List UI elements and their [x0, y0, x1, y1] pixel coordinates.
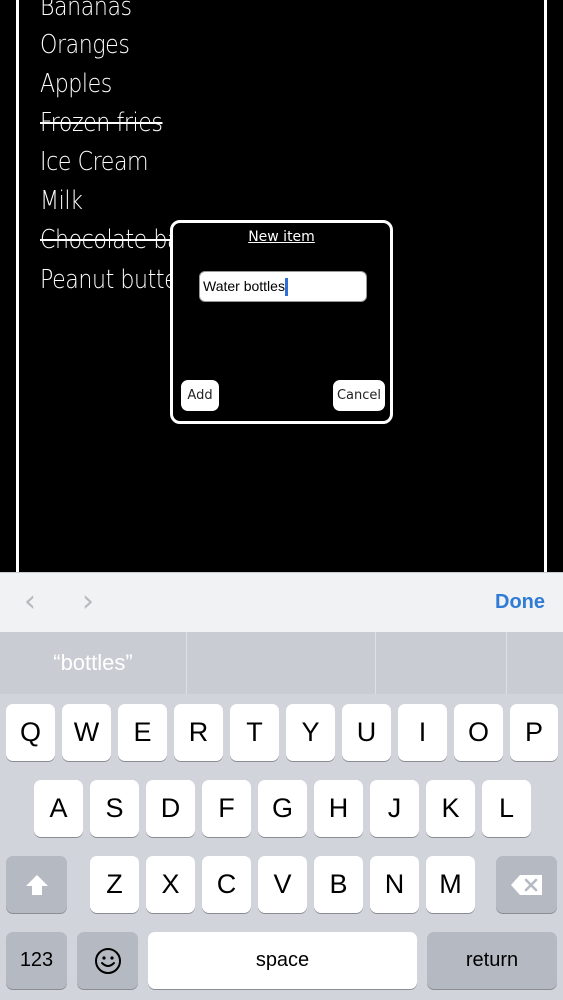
- suggestion-2[interactable]: [376, 632, 563, 694]
- key-d[interactable]: D: [146, 780, 195, 837]
- backspace-icon: [510, 874, 542, 895]
- key-x[interactable]: X: [146, 856, 195, 913]
- shopping-list: Bananas Oranges Apples Frozen fries Ice …: [0, 0, 172, 572]
- emoji-key[interactable]: [77, 932, 138, 989]
- cancel-button[interactable]: Cancel: [333, 380, 385, 411]
- emoji-icon: [94, 947, 121, 974]
- key-w[interactable]: W: [62, 704, 111, 761]
- list-item-2[interactable]: Apples: [40, 71, 112, 97]
- key-f[interactable]: F: [202, 780, 251, 837]
- key-l[interactable]: L: [482, 780, 531, 837]
- key-k[interactable]: K: [426, 780, 475, 837]
- key-q[interactable]: Q: [6, 704, 55, 761]
- key-t[interactable]: T: [230, 704, 279, 761]
- shift-arrow-icon: [25, 874, 48, 895]
- list-item-5[interactable]: Milk: [40, 188, 83, 214]
- key-e[interactable]: E: [118, 704, 167, 761]
- return-key[interactable]: return: [427, 932, 557, 989]
- key-s[interactable]: S: [90, 780, 139, 837]
- new-item-input[interactable]: Water bottles: [199, 271, 367, 302]
- list-item-0[interactable]: Bananas: [40, 0, 132, 20]
- new-item-input-value: Water bottles: [203, 278, 285, 294]
- suggestion-1[interactable]: [187, 632, 375, 694]
- key-g[interactable]: G: [258, 780, 307, 837]
- frame-border-right: [544, 0, 547, 572]
- key-i[interactable]: I: [398, 704, 447, 761]
- key-p[interactable]: P: [510, 704, 558, 761]
- keyboard-toolbar: ‹ › Done: [0, 572, 563, 632]
- key-m[interactable]: M: [426, 856, 475, 913]
- list-item-6[interactable]: Chocolate ba: [40, 227, 172, 253]
- dialog-title: New item: [248, 229, 315, 245]
- app-screen: Bananas Oranges Apples Frozen fries Ice …: [0, 0, 563, 572]
- chevron-left-icon[interactable]: ‹: [24, 587, 36, 617]
- key-c[interactable]: C: [202, 856, 251, 913]
- list-item-4[interactable]: Ice Cream: [40, 149, 149, 175]
- key-h[interactable]: H: [314, 780, 363, 837]
- list-item-3[interactable]: Frozen fries: [40, 110, 163, 136]
- suggestion-bar: “bottles”: [0, 632, 563, 694]
- done-button[interactable]: Done: [495, 591, 545, 614]
- key-n[interactable]: N: [370, 856, 419, 913]
- key-u[interactable]: U: [342, 704, 391, 761]
- key-o[interactable]: O: [454, 704, 503, 761]
- suggestion-divider: [506, 632, 507, 694]
- chevron-right-icon[interactable]: ›: [82, 587, 94, 617]
- delete-key[interactable]: [496, 856, 557, 913]
- list-item-1[interactable]: Oranges: [40, 32, 130, 58]
- space-key[interactable]: space: [148, 932, 417, 989]
- key-v[interactable]: V: [258, 856, 307, 913]
- shift-key[interactable]: [6, 856, 67, 913]
- keyboard: Q W E R T Y U I O P A S D F G H J K L Z …: [0, 694, 563, 1000]
- key-a[interactable]: A: [34, 780, 83, 837]
- numbers-key[interactable]: 123: [6, 932, 67, 989]
- key-y[interactable]: Y: [286, 704, 335, 761]
- text-caret: [284, 278, 288, 297]
- key-z[interactable]: Z: [90, 856, 139, 913]
- key-j[interactable]: J: [370, 780, 419, 837]
- list-item-7[interactable]: Peanut butte: [40, 267, 172, 293]
- suggestion-0[interactable]: “bottles”: [0, 632, 186, 694]
- key-r[interactable]: R: [174, 704, 223, 761]
- key-b[interactable]: B: [314, 856, 363, 913]
- add-button[interactable]: Add: [181, 380, 219, 411]
- new-item-dialog: New item Water bottles Add Cancel: [170, 220, 393, 424]
